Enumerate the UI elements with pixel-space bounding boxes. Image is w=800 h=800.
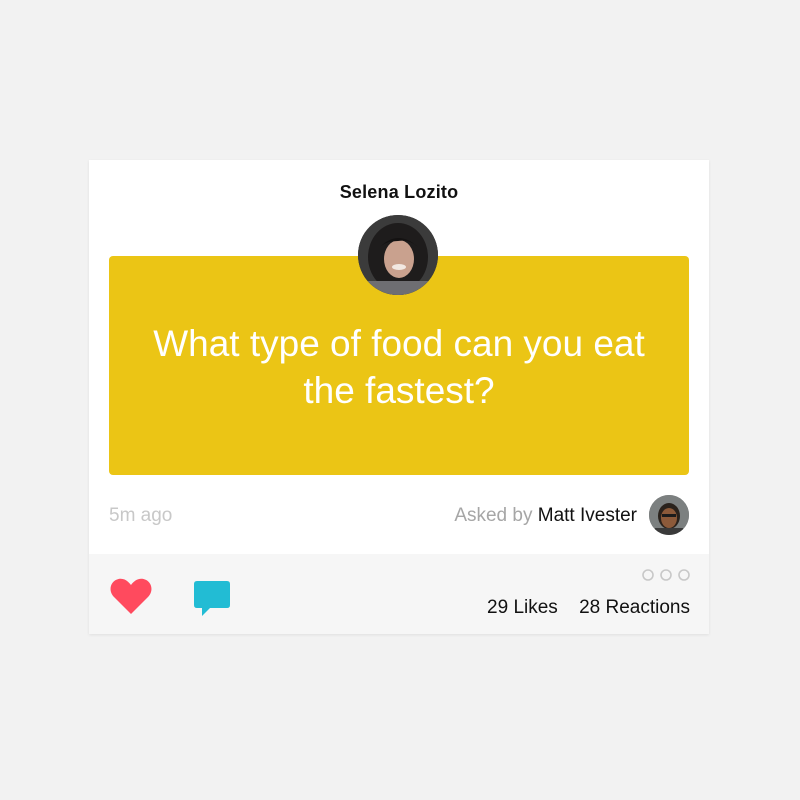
reactions-count[interactable]: 28 Reactions bbox=[579, 597, 690, 619]
heart-icon bbox=[110, 578, 152, 614]
post-card: Selena Lozito What type of food can you … bbox=[89, 160, 709, 634]
more-options-button[interactable] bbox=[642, 568, 690, 582]
asked-by-prefix: Asked by bbox=[454, 505, 533, 526]
asker-avatar-image bbox=[649, 495, 689, 535]
post-meta: 5m ago Asked by Matt Ivester bbox=[109, 495, 689, 535]
post-stats: 29 Likes 28 Reactions bbox=[487, 597, 690, 619]
question-text: What type of food can you eat the fastes… bbox=[153, 323, 645, 411]
speech-bubble-icon bbox=[194, 581, 230, 616]
post-footer: 29 Likes 28 Reactions bbox=[89, 554, 709, 634]
asker-name[interactable]: Matt Ivester bbox=[538, 505, 637, 526]
more-options-icon bbox=[642, 569, 690, 581]
comment-button[interactable] bbox=[192, 580, 232, 618]
asker-avatar[interactable] bbox=[649, 495, 689, 535]
timestamp: 5m ago bbox=[109, 505, 173, 526]
author-avatar[interactable] bbox=[358, 215, 438, 295]
author-name[interactable]: Selena Lozito bbox=[89, 182, 709, 203]
asked-by: Asked by Matt Ivester bbox=[454, 505, 637, 527]
author-avatar-image bbox=[358, 215, 438, 295]
like-button[interactable] bbox=[109, 576, 153, 616]
likes-count[interactable]: 29 Likes bbox=[487, 597, 558, 619]
